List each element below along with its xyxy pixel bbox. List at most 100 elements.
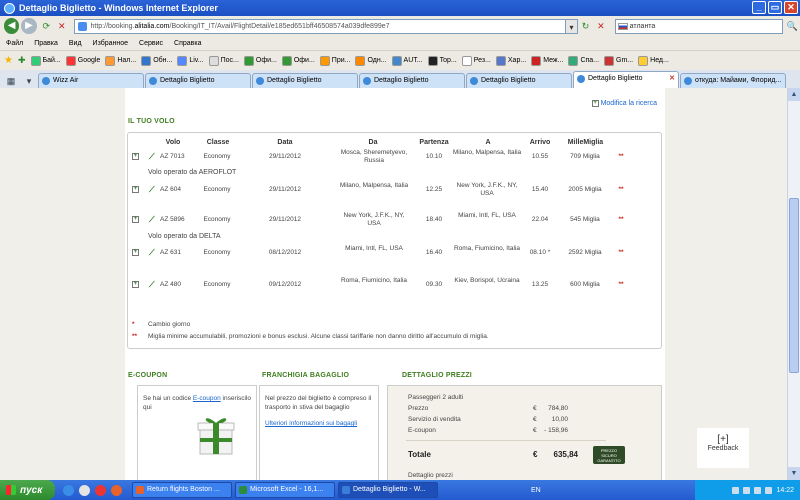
- menu-tools[interactable]: Сервис: [139, 40, 163, 47]
- scroll-thumb[interactable]: [789, 198, 799, 373]
- vertical-scrollbar[interactable]: ▲ ▼: [787, 88, 800, 480]
- feedback-button[interactable]: [+] Feedback: [697, 428, 749, 468]
- expand-flight-icon[interactable]: +: [132, 186, 139, 193]
- desktop-quicklaunch-icon[interactable]: [79, 484, 90, 496]
- browser-tab[interactable]: Dettaglio Biglietto: [145, 73, 251, 88]
- menu-help[interactable]: Справка: [174, 40, 201, 47]
- go-refresh-icon[interactable]: ↻: [580, 20, 591, 32]
- flight-da: Roma, Fiumicino, Italia: [340, 277, 408, 284]
- ecoupon-link[interactable]: E-coupon: [193, 395, 221, 402]
- search-input[interactable]: атланта: [614, 18, 783, 34]
- footnote: * Cambio giorno: [132, 321, 191, 328]
- favorite-link[interactable]: Gm...: [604, 55, 633, 66]
- address-dropdown-icon[interactable]: ▾: [566, 18, 578, 34]
- favorite-link[interactable]: Нед...: [638, 55, 669, 66]
- favorite-link[interactable]: Нал...: [105, 55, 136, 66]
- favorite-link[interactable]: Спа...: [568, 55, 599, 66]
- tab-page-icon: [149, 77, 157, 85]
- taskbar-window-button[interactable]: Return flights Boston ...: [132, 482, 232, 498]
- price-guarantee-seal: PREZZO SICURO GARANTITO: [593, 446, 625, 464]
- stop-icon[interactable]: ✕: [56, 20, 67, 32]
- flight-a: Kiev, Borispol, Ucraina: [454, 277, 520, 284]
- expand-flight-icon[interactable]: +: [132, 249, 139, 256]
- favorite-link[interactable]: Пос...: [208, 55, 239, 66]
- refresh-icon[interactable]: ⟳: [41, 20, 52, 32]
- favorite-link[interactable]: Обн...: [141, 55, 172, 66]
- favorite-site-icon: [319, 55, 330, 66]
- baggage-info-link[interactable]: Ulteriori informazioni sui bagagli: [265, 419, 375, 428]
- browser-tab[interactable]: Dettaglio Biglietto ✕: [573, 71, 679, 88]
- favorite-link[interactable]: Меж...: [531, 55, 563, 66]
- taskbar-window-button[interactable]: Microsoft Excel - 16,1...: [235, 482, 335, 498]
- flight-a: Roma, Fiumicino, Italia: [453, 245, 521, 252]
- close-tab-icon[interactable]: ✕: [669, 72, 675, 86]
- header-arrivo: Arrivo: [529, 139, 551, 146]
- favorite-link[interactable]: При...: [319, 55, 350, 66]
- app-icon: [239, 486, 247, 494]
- browser-tab[interactable]: Dettaglio Biglietto: [252, 73, 358, 88]
- menu-favorites[interactable]: Избранное: [93, 40, 128, 47]
- browser-tab[interactable]: Dettaglio Biglietto: [359, 73, 465, 88]
- tray-icon[interactable]: [743, 486, 751, 494]
- flight-partenza: 18.40: [425, 216, 443, 223]
- browser-tab[interactable]: Wizz Air: [38, 73, 144, 88]
- language-indicator[interactable]: EN: [531, 487, 541, 494]
- favorite-link[interactable]: Google: [65, 55, 100, 66]
- ie-quicklaunch-icon[interactable]: [63, 484, 74, 496]
- flight-da: Miami, Intl, FL, USA: [345, 245, 403, 252]
- close-button[interactable]: ✕: [784, 1, 798, 14]
- scroll-up-icon[interactable]: ▲: [788, 88, 800, 101]
- stop-loading-icon[interactable]: ✕: [595, 20, 606, 32]
- tab-bar: ▦ ▾ Wizz Air Dettaglio Biglietto Dettaglio…: [0, 70, 800, 88]
- favorite-link[interactable]: Top...: [427, 55, 457, 66]
- menu-edit[interactable]: Правка: [34, 40, 58, 47]
- firefox-quicklaunch-icon[interactable]: [111, 484, 122, 496]
- flight-arrivo: 08.10 *: [529, 249, 551, 256]
- flight-volo: AZ 480: [160, 281, 181, 288]
- favorites-bar: ★ ✚ Бай... Google Нал... Обн... Liv... Пос...…: [0, 50, 800, 70]
- baggage-title: FRANCHIGIA BAGAGLIO: [262, 372, 350, 379]
- menu-view[interactable]: Вид: [69, 40, 82, 47]
- modify-search-link[interactable]: + Modifica la ricerca: [591, 100, 657, 107]
- favorite-link[interactable]: Бай...: [30, 55, 61, 66]
- expand-flight-icon[interactable]: +: [132, 216, 139, 223]
- address-input[interactable]: http://booking.alitalia.com/Booking/IT_I…: [73, 18, 567, 34]
- opera-quicklaunch-icon[interactable]: [95, 484, 106, 496]
- favorite-link[interactable]: Рез...: [461, 55, 491, 66]
- tray-icon[interactable]: [732, 486, 740, 494]
- favorite-link[interactable]: Одн...: [355, 55, 387, 66]
- favorite-link[interactable]: Офи...: [281, 55, 315, 66]
- browser-tab[interactable]: Dettaglio Biglietto: [466, 73, 572, 88]
- maximize-button[interactable]: ▭: [768, 1, 782, 14]
- favorite-link[interactable]: Офи...: [243, 55, 277, 66]
- forward-button[interactable]: ▶: [21, 18, 37, 34]
- miles-note-marker: **: [618, 216, 624, 223]
- back-button[interactable]: ◀: [4, 18, 20, 34]
- minimize-button[interactable]: _: [752, 1, 766, 14]
- expand-flight-icon[interactable]: +: [132, 281, 139, 288]
- flight-row: + ⟋ AZ 480 Economy 09/12/2012 Roma, Fiumicino…: [128, 277, 661, 307]
- taskbar-window-button[interactable]: Dettaglio Biglietto - W...: [338, 482, 438, 498]
- add-favorite-icon[interactable]: ✚: [18, 55, 26, 66]
- app-icon: [342, 486, 350, 494]
- scroll-down-icon[interactable]: ▼: [788, 467, 800, 480]
- favorite-link[interactable]: AUT...: [391, 55, 423, 66]
- favorite-link[interactable]: Хар...: [495, 55, 526, 66]
- quick-tabs-icon[interactable]: ▦: [2, 74, 20, 88]
- flight-arrivo: 22.04: [531, 216, 549, 223]
- tray-icon[interactable]: [765, 486, 773, 494]
- miles-note-marker: **: [618, 249, 624, 256]
- flight-data: 09/12/2012: [268, 281, 302, 288]
- favorite-link[interactable]: Liv...: [177, 55, 204, 66]
- tab-list-icon[interactable]: ▾: [20, 74, 38, 88]
- tray-icon[interactable]: [754, 486, 762, 494]
- search-icon[interactable]: 🔍: [787, 20, 798, 32]
- menu-file[interactable]: Файл: [6, 40, 23, 47]
- expand-flight-icon[interactable]: +: [132, 153, 139, 160]
- browser-tab[interactable]: откуда: Майами, Флорид...: [680, 73, 786, 88]
- favorites-star-icon[interactable]: ★: [4, 55, 13, 66]
- gift-box-icon: [197, 418, 235, 455]
- start-button[interactable]: пуск: [0, 480, 55, 500]
- flight-classe: Economy: [203, 186, 231, 193]
- flight-row: + ⟋ AZ 604 Economy 29/11/2012 Milano, Malpens…: [128, 182, 661, 212]
